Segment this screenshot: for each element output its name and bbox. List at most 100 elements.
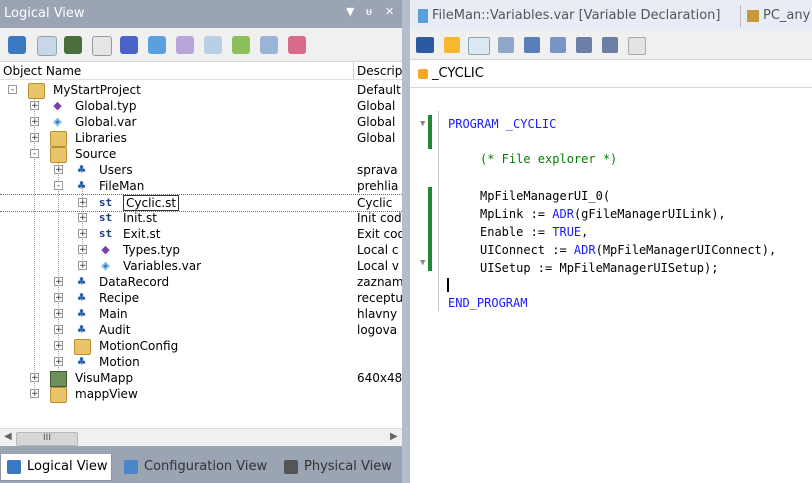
- package-disabled-icon[interactable]: [176, 36, 194, 54]
- remove-icon[interactable]: [288, 36, 306, 54]
- expand-icon[interactable]: +: [78, 198, 87, 208]
- tree-item[interactable]: + mappView: [0, 386, 402, 403]
- help-icon[interactable]: [92, 36, 112, 56]
- fold-icon[interactable]: ▼: [420, 258, 425, 268]
- insert-icon[interactable]: [444, 37, 460, 53]
- expand-icon[interactable]: +: [54, 325, 63, 335]
- package-tool-icon[interactable]: [120, 36, 138, 54]
- tab-physical-view[interactable]: Physical View: [278, 454, 398, 480]
- expand-icon[interactable]: +: [30, 117, 39, 127]
- tree-item[interactable]: + ♣ Motion: [0, 354, 402, 370]
- physical-view-icon: [284, 459, 298, 474]
- edit-icon[interactable]: [148, 36, 166, 54]
- expand-icon[interactable]: +: [54, 165, 63, 175]
- tree-item[interactable]: - ♣ FileMan prehlia: [0, 178, 402, 194]
- tree-item-label: Recipe: [99, 291, 140, 305]
- tree-item[interactable]: + st Init.st Init cod: [0, 210, 402, 226]
- tree-item[interactable]: + ◈ Variables.var Local v: [0, 258, 402, 274]
- properties-icon[interactable]: [64, 36, 82, 54]
- pin-icon[interactable]: ᵾ: [366, 5, 372, 18]
- tree-item-label: Cyclic.st: [123, 195, 180, 211]
- comment-icon[interactable]: [550, 37, 566, 53]
- column-separator[interactable]: [353, 62, 354, 80]
- tree-item-description: prehlia: [357, 179, 399, 193]
- tab-configuration-view[interactable]: Configuration View: [118, 454, 278, 480]
- tree-item-description: Global: [357, 115, 396, 129]
- text-caret: [447, 278, 449, 292]
- code-line: UIConnect := ADR(MpFileManagerUIConnect)…: [480, 243, 777, 257]
- page-icon[interactable]: [628, 37, 646, 55]
- expand-icon[interactable]: +: [30, 133, 39, 143]
- tree-item-label: mappView: [75, 387, 138, 401]
- changed-line-marker: [428, 187, 432, 271]
- package-icon: ♣: [76, 291, 87, 304]
- tree-item[interactable]: + MotionConfig: [0, 338, 402, 355]
- function-block-icon[interactable]: [416, 37, 434, 53]
- fold-gutter: [438, 111, 439, 311]
- column-description[interactable]: Descrip: [357, 64, 402, 78]
- var-file-icon: ◈: [53, 115, 62, 128]
- tree-item[interactable]: + ♣ Main hlavny: [0, 306, 402, 322]
- transfer-icon[interactable]: [232, 36, 250, 54]
- tab-pc-any[interactable]: PC_any: [740, 5, 810, 27]
- tree-item[interactable]: + ♣ Recipe receptu: [0, 290, 402, 306]
- expand-icon[interactable]: +: [30, 101, 39, 111]
- tree-item-label: MotionConfig: [99, 339, 179, 353]
- expand-icon[interactable]: +: [30, 373, 39, 383]
- ab-icon[interactable]: [468, 37, 490, 55]
- edit-disabled-icon[interactable]: [204, 36, 222, 54]
- tree-item-label: Exit.st: [123, 227, 161, 241]
- add-object-icon[interactable]: [8, 36, 26, 54]
- tab-logical-view[interactable]: Logical View: [0, 454, 112, 481]
- expand-icon[interactable]: +: [78, 261, 87, 271]
- fold-icon[interactable]: ▼: [420, 119, 425, 129]
- table-view-icon[interactable]: [37, 36, 57, 56]
- pane-splitter[interactable]: [402, 0, 410, 483]
- tree-item[interactable]: + st Exit.st Exit coo: [0, 226, 402, 242]
- st-file-icon: st: [98, 211, 113, 224]
- tree-item[interactable]: + ◈ Global.var Global: [0, 114, 402, 130]
- expand-icon[interactable]: +: [78, 213, 87, 223]
- horizontal-scrollbar[interactable]: ◀ III ▶: [0, 428, 402, 446]
- tree-item[interactable]: + ♣ DataRecord zaznam: [0, 274, 402, 290]
- expand-icon[interactable]: +: [30, 389, 39, 399]
- column-object-name[interactable]: Object Name: [3, 64, 81, 78]
- collapse-icon[interactable]: -: [30, 149, 39, 159]
- list-icon[interactable]: [524, 37, 540, 53]
- tree-item[interactable]: + VisuMapp 640x48: [0, 370, 402, 387]
- tree-item[interactable]: + ◆ Types.typ Local c: [0, 242, 402, 258]
- package-icon: ♣: [76, 323, 87, 336]
- expand-icon[interactable]: +: [54, 309, 63, 319]
- var-file-icon: [418, 8, 428, 23]
- code-editor[interactable]: ▼ ▼ PROGRAM _CYCLIC (* File explorer *) …: [410, 88, 812, 483]
- tree-item-description: logova: [357, 323, 398, 337]
- tab-variables-var[interactable]: FileMan::Variables.var [Variable Declara…: [418, 5, 720, 27]
- tree-item[interactable]: + ♣ Users sprava: [0, 162, 402, 178]
- tree-item-label: Audit: [99, 323, 131, 337]
- expand-icon[interactable]: +: [54, 277, 63, 287]
- tree-item-description: Local c: [357, 243, 399, 257]
- tree-item[interactable]: - MyStartProject Default: [0, 82, 402, 99]
- expand-icon[interactable]: +: [54, 357, 63, 367]
- scroll-right-icon[interactable]: ▶: [390, 431, 398, 442]
- outdent-icon[interactable]: [602, 37, 618, 53]
- collapse-icon[interactable]: -: [54, 181, 63, 191]
- sync-icon[interactable]: [260, 36, 278, 54]
- dropdown-icon[interactable]: ▼: [346, 5, 354, 18]
- indent-icon[interactable]: [576, 37, 592, 53]
- view-tabs: Logical View Configuration View Physical…: [0, 446, 402, 483]
- tree-item-description: 640x48: [357, 371, 402, 385]
- expand-icon[interactable]: +: [54, 293, 63, 303]
- wrap-icon[interactable]: [498, 37, 514, 53]
- scroll-thumb[interactable]: III: [16, 432, 78, 446]
- tree-item[interactable]: + ♣ Audit logova: [0, 322, 402, 338]
- expand-icon[interactable]: +: [54, 341, 63, 351]
- collapse-icon[interactable]: -: [8, 85, 17, 95]
- scroll-left-icon[interactable]: ◀: [4, 431, 12, 442]
- close-icon[interactable]: ✕: [385, 5, 394, 18]
- tree-item[interactable]: + ◆ Global.typ Global: [0, 98, 402, 114]
- tree-item[interactable]: + Libraries Global: [0, 130, 402, 147]
- expand-icon[interactable]: +: [78, 245, 87, 255]
- tree-item[interactable]: - Source: [0, 146, 402, 163]
- expand-icon[interactable]: +: [78, 229, 87, 239]
